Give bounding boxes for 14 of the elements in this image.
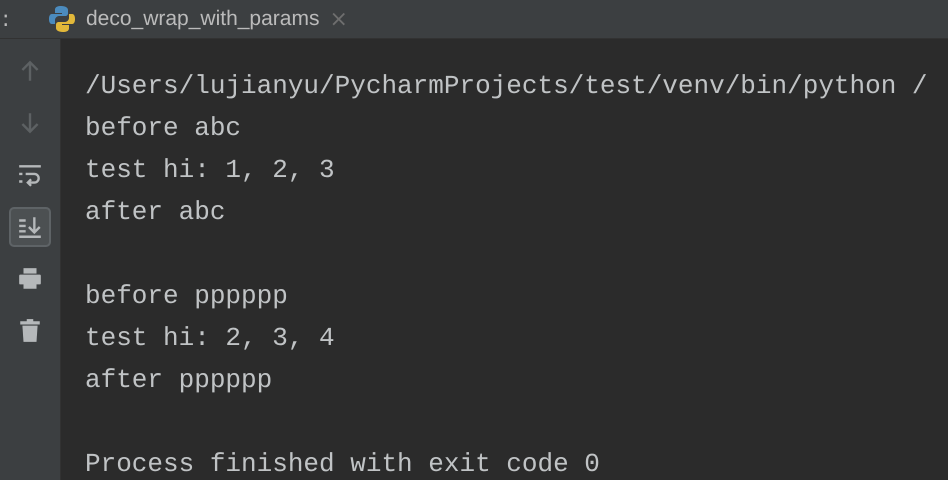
- soft-wrap-icon: [17, 162, 43, 188]
- console-line: after pppppp: [85, 364, 274, 397]
- console-line: after abc: [85, 196, 226, 229]
- panel-label: :: [2, 6, 10, 32]
- console-line: /Users/lujianyu/PycharmProjects/test/venv/bin/python /: [85, 70, 929, 103]
- console-line: test hi: 2, 3, 4: [85, 322, 336, 355]
- tab-title[interactable]: deco_wrap_with_params: [86, 7, 320, 31]
- console-line: test hi: 1, 2, 3: [85, 154, 336, 187]
- python-logo-icon: [48, 5, 76, 33]
- toolbar-button[interactable]: [9, 207, 51, 247]
- console-line: before pppppp: [85, 280, 289, 313]
- console-line: Process finished with exit code 0: [85, 448, 601, 480]
- console-line: before abc: [85, 112, 242, 145]
- printer-icon: [17, 266, 43, 292]
